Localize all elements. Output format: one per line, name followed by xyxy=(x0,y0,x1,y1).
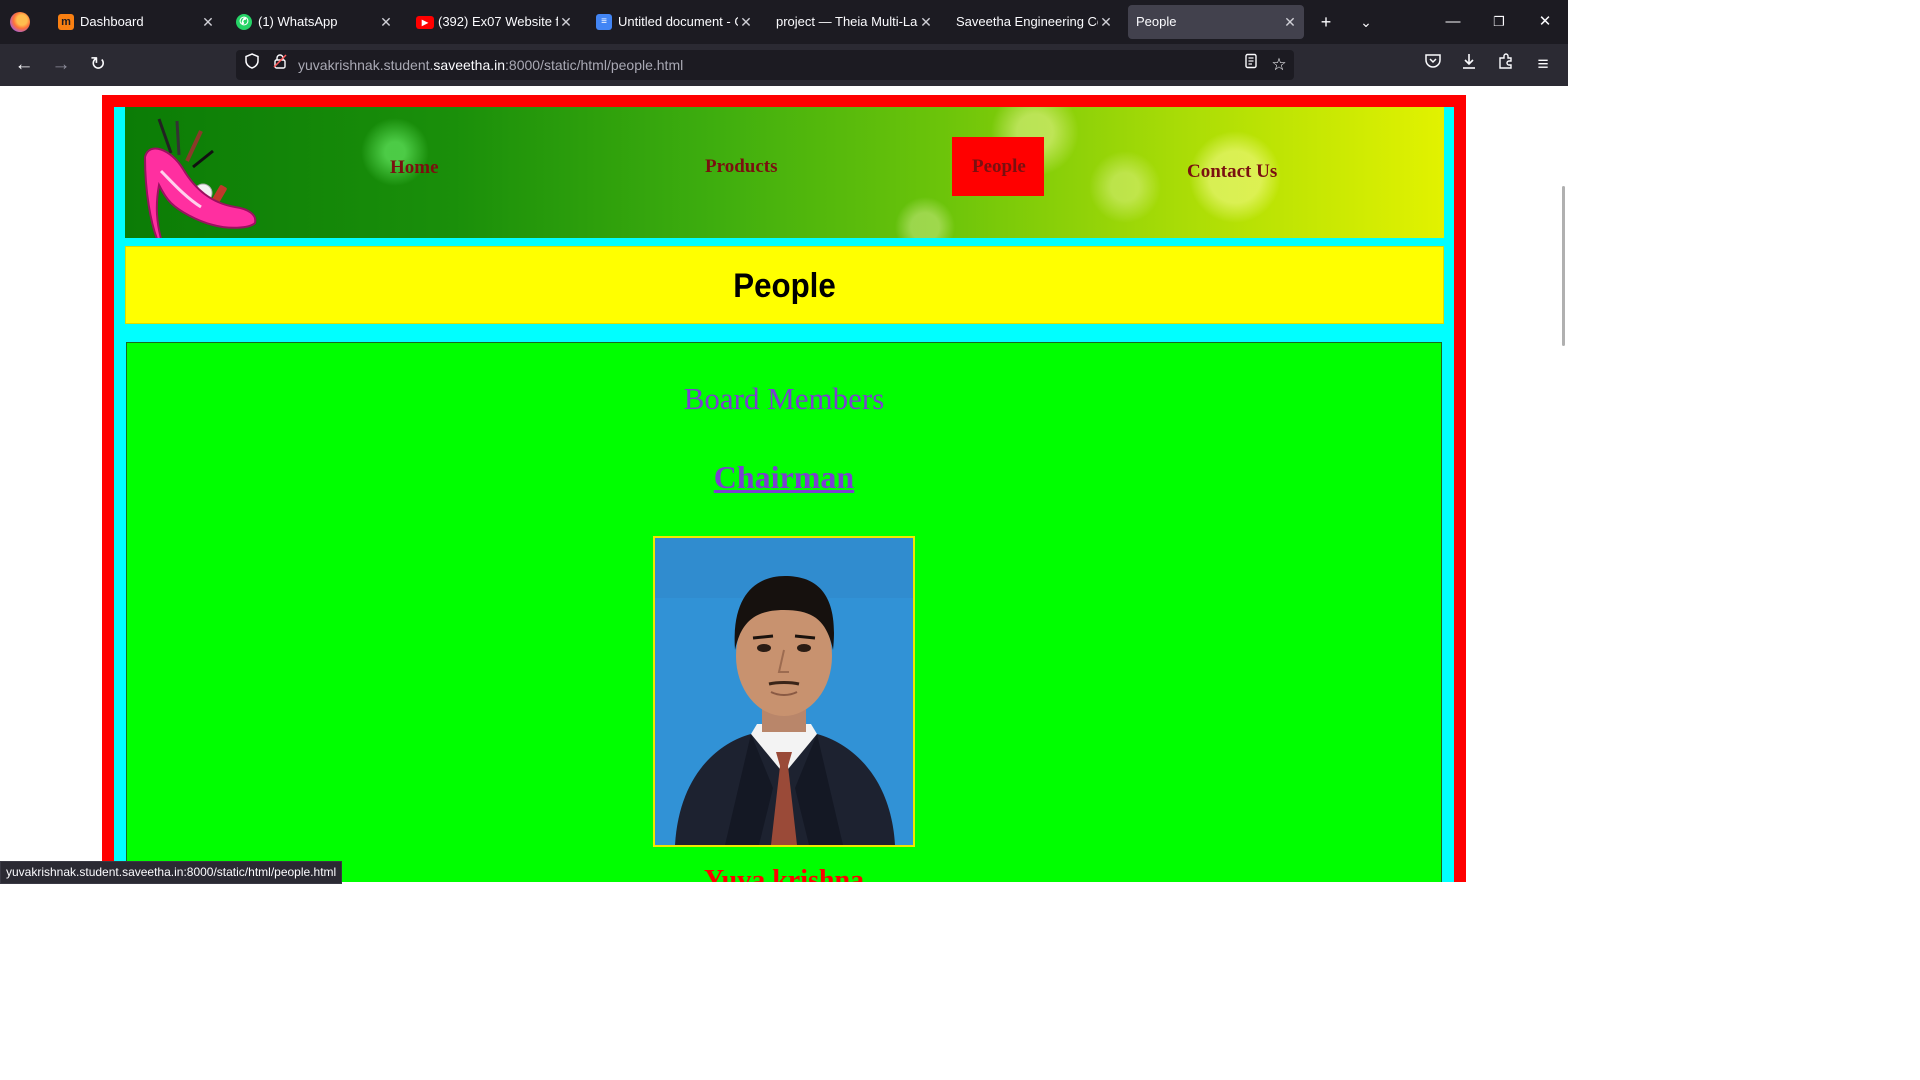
restore-window-icon[interactable]: ❐ xyxy=(1476,0,1522,44)
tab-title: (392) Ex07 Website for xyxy=(438,14,558,29)
tab-google-docs[interactable]: ≡ Untitled document - G ✕ xyxy=(588,5,760,39)
close-tab-icon[interactable]: ✕ xyxy=(200,5,216,39)
nav-contact-link[interactable]: Contact Us xyxy=(1187,161,1277,183)
tab-dashboard[interactable]: m Dashboard ✕ xyxy=(50,5,222,39)
docs-icon: ≡ xyxy=(596,14,612,30)
url-domain: saveetha.in xyxy=(433,57,506,73)
tab-whatsapp[interactable]: ✆ (1) WhatsApp ✕ xyxy=(228,5,400,39)
firefox-logo-icon xyxy=(10,12,30,32)
bookmark-star-icon[interactable]: ☆ xyxy=(1267,53,1291,77)
tab-title: (1) WhatsApp xyxy=(258,14,338,29)
shield-icon[interactable] xyxy=(240,53,264,77)
chairman-photo xyxy=(653,536,915,847)
youtube-icon: ▶ xyxy=(416,16,434,29)
address-bar[interactable]: yuvakrishnak.student.saveetha.in:8000/st… xyxy=(236,50,1294,80)
tab-title: Dashboard xyxy=(80,14,144,29)
nav-home-link[interactable]: Home xyxy=(390,157,439,179)
nav-people-link[interactable]: People xyxy=(972,156,1026,178)
back-arrow-icon[interactable]: ← xyxy=(8,49,40,81)
tab-title: People xyxy=(1136,14,1177,29)
tab-title: Saveetha Engineering Coll xyxy=(956,14,1098,29)
url-prefix: yuvakrishnak.student. xyxy=(298,57,434,73)
url-path: :8000/static/html/people.html xyxy=(505,57,684,73)
page-scrollbar[interactable] xyxy=(1562,186,1565,346)
new-tab-button[interactable]: + xyxy=(1310,6,1342,38)
tab-title: Untitled document - G xyxy=(618,14,738,29)
section-heading: Board Members xyxy=(683,381,885,416)
forward-arrow-icon[interactable]: → xyxy=(45,49,77,81)
nav-products-link[interactable]: Products xyxy=(705,156,777,178)
high-heel-makeup-logo-icon xyxy=(143,118,257,238)
pocket-icon[interactable] xyxy=(1417,49,1449,81)
page-title: People xyxy=(733,267,836,305)
reload-icon[interactable]: ↻ xyxy=(82,49,114,81)
reader-view-icon[interactable] xyxy=(1239,53,1263,77)
inner-cyan-frame: Home Products People Contact Us People B… xyxy=(114,107,1454,882)
close-tab-icon[interactable]: ✕ xyxy=(918,5,934,39)
extensions-icon[interactable] xyxy=(1490,49,1522,81)
whatsapp-icon: ✆ xyxy=(236,14,252,30)
lock-insecure-icon[interactable] xyxy=(268,53,292,77)
url-text[interactable]: yuvakrishnak.student.saveetha.in:8000/st… xyxy=(298,50,683,80)
minimize-window-icon[interactable]: — xyxy=(1430,0,1476,44)
header-banner: Home Products People Contact Us xyxy=(125,107,1444,238)
browser-toolbar: ← → ↻ yuvakrishnak.student.saveetha.in:8… xyxy=(0,44,1568,86)
close-tab-icon[interactable]: ✕ xyxy=(558,5,574,39)
close-tab-icon[interactable]: ✕ xyxy=(378,5,394,39)
tab-people[interactable]: People ✕ xyxy=(1128,5,1304,39)
outer-red-frame: Home Products People Contact Us People B… xyxy=(102,95,1466,882)
tab-title: project — Theia Multi-Lang xyxy=(776,14,918,29)
page-title-box: People xyxy=(125,246,1444,324)
person-portrait-icon xyxy=(655,538,913,845)
close-tab-icon[interactable]: ✕ xyxy=(1098,5,1114,39)
moodle-icon: m xyxy=(58,14,74,30)
tab-saveetha[interactable]: Saveetha Engineering Coll ✕ xyxy=(948,5,1120,39)
tab-theia[interactable]: project — Theia Multi-Lang ✕ xyxy=(768,5,940,39)
close-tab-icon[interactable]: ✕ xyxy=(738,5,754,39)
close-window-icon[interactable]: ✕ xyxy=(1522,0,1568,44)
downloads-icon[interactable] xyxy=(1453,49,1485,81)
menu-hamburger-icon[interactable]: ≡ xyxy=(1527,49,1559,81)
close-tab-icon[interactable]: ✕ xyxy=(1282,5,1298,39)
board-members-section: Board Members Chairman Yuva krishna xyxy=(126,342,1442,882)
browser-tab-bar: m Dashboard ✕ ✆ (1) WhatsApp ✕ ▶ (392) E… xyxy=(0,0,1568,44)
chairman-link[interactable]: Chairman xyxy=(714,459,854,495)
role-heading: Chairman xyxy=(127,459,1441,496)
page-viewport: Home Products People Contact Us People B… xyxy=(0,86,1568,882)
list-all-tabs-icon[interactable]: ⌄ xyxy=(1350,6,1382,38)
status-bar-link-preview: yuvakrishnak.student.saveetha.in:8000/st… xyxy=(0,861,343,884)
tab-youtube[interactable]: ▶ (392) Ex07 Website for ✕ xyxy=(408,5,580,39)
